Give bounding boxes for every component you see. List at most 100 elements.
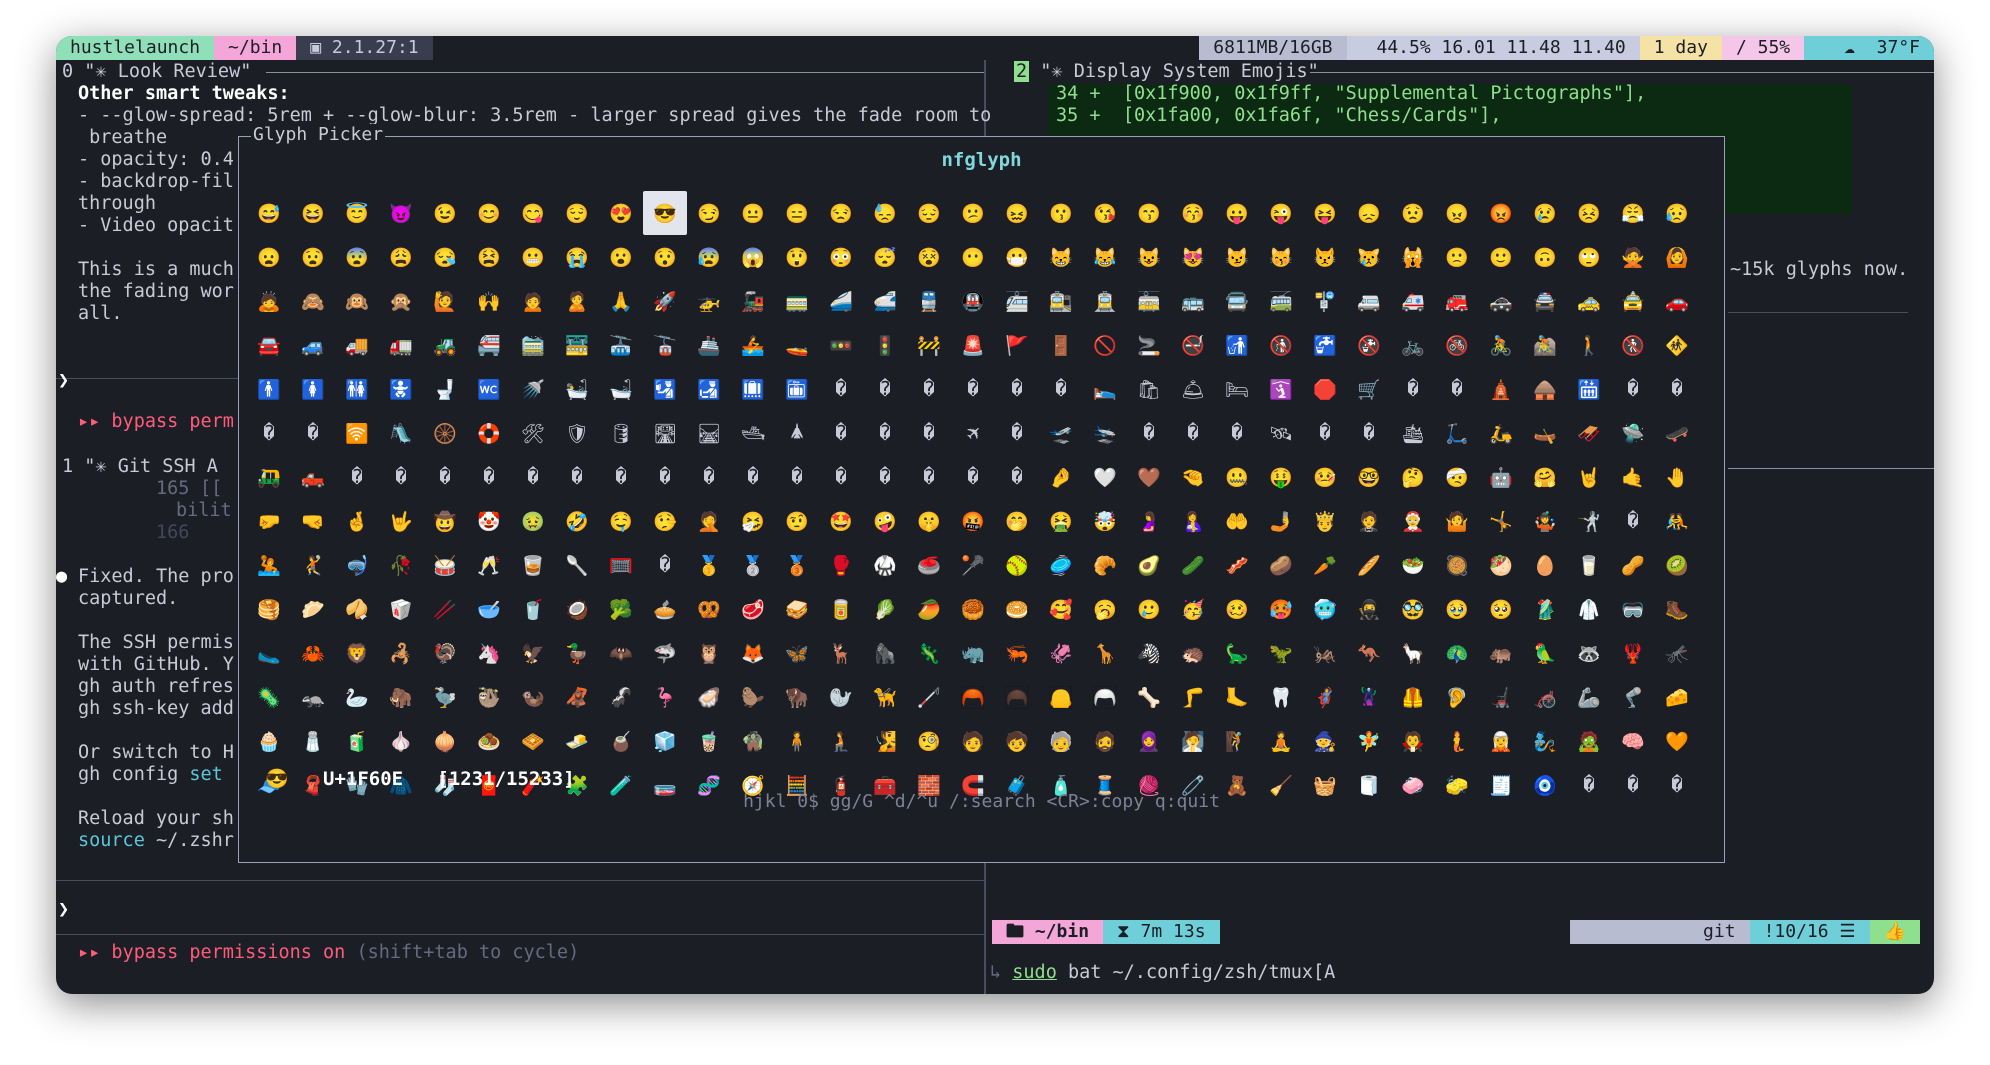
glyph-cell[interactable]: 🛹 <box>1655 411 1699 455</box>
glyph-cell[interactable]: 🥌 <box>907 543 951 587</box>
glyph-cell[interactable]: 🥞 <box>247 587 291 631</box>
glyph-cell[interactable]: 🤰 <box>1127 499 1171 543</box>
glyph-cell[interactable]: 🚰 <box>1303 323 1347 367</box>
glyph-cell[interactable]: 🥱 <box>1083 587 1127 631</box>
glyph-cell[interactable]: 🦽 <box>1523 675 1567 719</box>
glyph-cell[interactable]: 🧙 <box>1303 719 1347 763</box>
glyph-cell[interactable]: 😭 <box>555 235 599 279</box>
glyph-cell[interactable]: 🦎 <box>907 631 951 675</box>
glyph-cell[interactable]: � <box>1611 367 1655 411</box>
glyph-cell[interactable]: 🚕 <box>1567 279 1611 323</box>
glyph-cell[interactable]: 😎 <box>643 191 687 235</box>
current-command[interactable]: ↳ sudo bat ~/.config/zsh/tmux[A <box>990 962 1335 984</box>
glyph-cell[interactable]: 🦼 <box>1479 675 1523 719</box>
glyph-cell[interactable]: 🦧 <box>555 675 599 719</box>
glyph-cell[interactable]: 🛳 <box>1391 411 1435 455</box>
glyph-cell[interactable]: 🤦 <box>687 499 731 543</box>
glyph-cell[interactable]: 🧀 <box>1655 675 1699 719</box>
glyph-cell[interactable]: � <box>643 455 687 499</box>
glyph-cell[interactable]: 🦓 <box>1127 631 1171 675</box>
glyph-cell[interactable]: 🚇 <box>951 279 995 323</box>
glyph-cell[interactable]: � <box>335 455 379 499</box>
glyph-cell[interactable]: 🦰 <box>951 675 995 719</box>
glyph-cell[interactable]: 🚄 <box>819 279 863 323</box>
glyph-cell[interactable]: 🥯 <box>995 587 1039 631</box>
glyph-cell[interactable]: 🛖 <box>1523 367 1567 411</box>
glyph-cell[interactable]: 🛌 <box>1083 367 1127 411</box>
glyph-cell[interactable]: 🚵 <box>1523 323 1567 367</box>
glyph-cell[interactable]: 🚦 <box>863 323 907 367</box>
glyph-cell[interactable]: 😞 <box>1347 191 1391 235</box>
glyph-cell[interactable]: 🚮 <box>1215 323 1259 367</box>
glyph-cell[interactable]: 🦦 <box>511 675 555 719</box>
glyph-cell[interactable]: � <box>907 411 951 455</box>
glyph-cell[interactable]: 🤨 <box>775 499 819 543</box>
glyph-cell[interactable]: 🦵 <box>1171 675 1215 719</box>
glyph-cell[interactable]: 🙍 <box>511 279 555 323</box>
glyph-cell[interactable]: 😛 <box>1215 191 1259 235</box>
glyph-cell[interactable]: 🥲 <box>1127 587 1171 631</box>
glyph-cell[interactable]: 🤘 <box>1567 455 1611 499</box>
glyph-cell[interactable]: 🛑 <box>1303 367 1347 411</box>
glyph-cell[interactable]: � <box>995 455 1039 499</box>
glyph-cell[interactable]: 🛏 <box>1215 367 1259 411</box>
glyph-cell[interactable]: 😕 <box>951 191 995 235</box>
glyph-cell[interactable]: 🦅 <box>511 631 555 675</box>
glyph-cell[interactable]: 🤕 <box>1435 455 1479 499</box>
glyph-cell[interactable]: 🛠 <box>511 411 555 455</box>
glyph-cell[interactable]: 🦄 <box>467 631 511 675</box>
glyph-cell[interactable]: 😋 <box>511 191 555 235</box>
glyph-cell[interactable]: 🛤 <box>687 411 731 455</box>
glyph-cell[interactable]: 🧄 <box>379 719 423 763</box>
glyph-cell[interactable]: � <box>687 455 731 499</box>
glyph-cell[interactable]: 🚳 <box>1435 323 1479 367</box>
glyph-cell[interactable]: 🥤 <box>511 587 555 631</box>
glyph-cell[interactable]: 🦗 <box>1303 631 1347 675</box>
glyph-cell[interactable]: 🥋 <box>863 543 907 587</box>
glyph-cell[interactable]: 🚟 <box>555 323 599 367</box>
glyph-cell[interactable]: 🧡 <box>1655 719 1699 763</box>
glyph-cell[interactable]: 🤬 <box>951 499 995 543</box>
glyph-cell[interactable]: 🦮 <box>863 675 907 719</box>
glyph-cell[interactable]: 🚢 <box>687 323 731 367</box>
glyph-cell[interactable]: 🦀 <box>291 631 335 675</box>
glyph-cell[interactable]: 🦚 <box>1435 631 1479 675</box>
glyph-cell[interactable]: 🥥 <box>555 587 599 631</box>
glyph-cell[interactable]: 🛀 <box>555 367 599 411</box>
glyph-cell[interactable]: 🤼 <box>1655 499 1699 543</box>
glyph-cell[interactable]: 🦪 <box>687 675 731 719</box>
glyph-cell[interactable]: 😡 <box>1479 191 1523 235</box>
glyph-cell[interactable]: 🚛 <box>379 323 423 367</box>
glyph-cell[interactable]: 🚽 <box>423 367 467 411</box>
glyph-cell[interactable]: 🦔 <box>1171 631 1215 675</box>
glyph-cell[interactable]: 🤜 <box>291 499 335 543</box>
glyph-cell[interactable]: 🦡 <box>291 675 335 719</box>
glyph-cell[interactable]: 🦣 <box>379 675 423 719</box>
glyph-cell[interactable]: 🥪 <box>775 587 819 631</box>
glyph-cell[interactable]: � <box>291 411 335 455</box>
glyph-cell[interactable]: 🦢 <box>335 675 379 719</box>
glyph-cell[interactable]: 🙋 <box>423 279 467 323</box>
glyph-cell[interactable]: � <box>1347 411 1391 455</box>
glyph-cell[interactable]: 🤴 <box>1303 499 1347 543</box>
glyph-cell[interactable]: � <box>1127 411 1171 455</box>
glyph-cell[interactable]: 🛥 <box>731 411 775 455</box>
glyph-cell[interactable]: 🛷 <box>1567 411 1611 455</box>
glyph-cell[interactable]: 🙈 <box>291 279 335 323</box>
glyph-cell[interactable]: 🤢 <box>511 499 555 543</box>
glyph-cell[interactable]: 🚿 <box>511 367 555 411</box>
glyph-cell[interactable]: 🦨 <box>599 675 643 719</box>
glyph-cell[interactable]: 🚨 <box>951 323 995 367</box>
glyph-cell[interactable]: 🦇 <box>599 631 643 675</box>
glyph-cell[interactable]: 😖 <box>995 191 1039 235</box>
glyph-cell[interactable]: 🦥 <box>467 675 511 719</box>
glyph-cell[interactable]: 🛟 <box>467 411 511 455</box>
glyph-cell[interactable]: 🧐 <box>907 719 951 763</box>
glyph-cell[interactable]: 🦸 <box>1303 675 1347 719</box>
glyph-cell[interactable]: 🤲 <box>1215 499 1259 543</box>
glyph-cell[interactable]: 🧓 <box>1039 719 1083 763</box>
glyph-cell[interactable]: 🧈 <box>555 719 599 763</box>
glyph-cell[interactable]: 🦍 <box>863 631 907 675</box>
glyph-cell[interactable]: 🚔 <box>1523 279 1567 323</box>
glyph-cell[interactable]: � <box>951 455 995 499</box>
